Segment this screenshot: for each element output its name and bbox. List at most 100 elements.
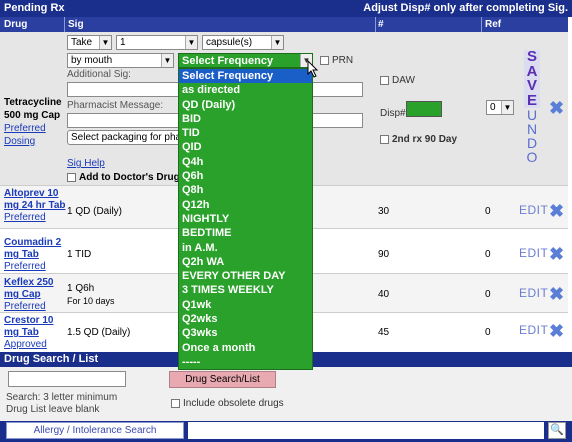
frequency-option[interactable]: in A.M. — [179, 241, 312, 255]
route-select[interactable]: by mouth ▼ — [67, 53, 174, 68]
packaging-placeholder: Select packaging for pha — [71, 132, 182, 143]
allergy-search-field[interactable] — [188, 422, 544, 439]
rx-drug-name[interactable]: Coumadin 2 mg Tab — [4, 237, 66, 261]
allergy-tab[interactable]: Allergy / Intolerance Search — [6, 422, 184, 439]
rx-sig-main: 1 Q6h — [67, 283, 95, 294]
rx-disp: 90 — [378, 249, 390, 260]
undo-letter: U — [526, 107, 538, 123]
header-dividers — [64, 17, 65, 32]
second-rx-box[interactable] — [380, 134, 389, 144]
frequency-option[interactable]: Q4h — [179, 155, 312, 169]
frequency-option[interactable]: QID — [179, 140, 312, 154]
undo-button[interactable]: U N D O — [524, 108, 540, 164]
edit-button[interactable]: EDIT — [519, 323, 548, 337]
editor-drug-status[interactable]: Preferred — [4, 122, 64, 135]
daw-box[interactable] — [380, 75, 389, 85]
editor-drug-name: Tetracycline 500 mg Cap — [4, 97, 62, 121]
frequency-option[interactable]: 3 TIMES WEEKLY — [179, 283, 312, 297]
prn-box[interactable] — [320, 55, 329, 65]
obsolete-box[interactable] — [171, 398, 180, 408]
drug-search-input[interactable] — [8, 371, 126, 387]
unit-value: capsule(s) — [206, 37, 253, 48]
frequency-option[interactable]: QD (Daily) — [179, 98, 312, 112]
daw-checkbox[interactable]: DAW — [380, 75, 415, 86]
rx-ref: 0 — [485, 249, 491, 260]
rx-sig: 1.5 QD (Daily) — [67, 327, 131, 338]
col-drug: Drug — [4, 19, 28, 30]
frequency-option[interactable]: Q2h WA — [179, 255, 312, 269]
drug-search-title: Drug Search / List — [4, 353, 99, 365]
rx-drug-status[interactable]: Preferred — [4, 261, 66, 273]
pending-rx-title: Pending Rx — [4, 2, 65, 14]
edit-button[interactable]: EDIT — [519, 203, 548, 217]
unit-select[interactable]: capsule(s) ▼ — [202, 35, 284, 50]
undo-letter: O — [526, 149, 538, 165]
delete-icon[interactable]: ✖ — [549, 99, 564, 117]
quantity-value: 1 — [120, 37, 126, 48]
rx-sig-extra: For 10 days — [67, 296, 115, 306]
col-ref: Ref — [485, 19, 502, 30]
cursor-icon — [307, 60, 319, 78]
frequency-option[interactable]: BEDTIME — [179, 226, 312, 240]
add-to-list-box[interactable] — [67, 172, 76, 182]
frequency-option[interactable]: Q6h — [179, 169, 312, 183]
rx-drug-cell: Keflex 250 mg Cap Preferred — [4, 277, 66, 313]
disp-input[interactable] — [406, 101, 442, 117]
delete-icon[interactable]: ✖ — [549, 285, 564, 303]
packaging-select[interactable]: Select packaging for pha — [67, 130, 182, 145]
frequency-option[interactable]: NIGHTLY — [179, 212, 312, 226]
frequency-option-selected[interactable]: Select Frequency — [179, 69, 312, 84]
chevron-down-icon: ▼ — [99, 36, 111, 49]
frequency-option[interactable]: Q2wks — [179, 312, 312, 326]
rx-drug-status[interactable]: Preferred — [4, 212, 66, 224]
prn-checkbox[interactable]: PRN — [320, 55, 353, 66]
pending-rx-header: Pending Rx Adjust Disp# only after compl… — [0, 0, 572, 17]
prn-label: PRN — [332, 55, 354, 66]
column-header-row: Drug Sig # Ref — [0, 17, 568, 32]
rx-ref: 0 — [485, 289, 491, 300]
frequency-option[interactable]: Q1wk — [179, 298, 312, 312]
second-rx-label: 2nd rx 90 Day — [392, 134, 458, 145]
col-sig: Sig — [68, 19, 84, 30]
delete-icon[interactable]: ✖ — [549, 322, 564, 340]
rx-drug-name[interactable]: Crestor 10 mg Tab — [4, 315, 66, 339]
route-value: by mouth — [71, 55, 113, 66]
pharmacist-message-label: Pharmacist Message: — [67, 100, 164, 111]
rx-sig: 1 TID — [67, 249, 92, 260]
delete-icon[interactable]: ✖ — [549, 245, 564, 263]
add-to-list-checkbox[interactable]: Add to Doctor's Drug — [67, 172, 180, 183]
frequency-select[interactable]: Select Frequency ▼ — [178, 53, 313, 68]
rx-drug-status[interactable]: Approved — [4, 339, 66, 351]
sig-help-link[interactable]: Sig Help — [67, 158, 105, 169]
second-rx-checkbox[interactable]: 2nd rx 90 Day — [380, 134, 457, 145]
header-divider-ref — [481, 17, 482, 32]
rx-disp: 30 — [378, 206, 390, 217]
frequency-option[interactable]: Q8h — [179, 183, 312, 197]
rx-drug-name[interactable]: Keflex 250 mg Cap — [4, 277, 66, 301]
frequency-option[interactable]: Q3wks — [179, 326, 312, 340]
search-hint-1: Search: 3 letter minimum — [6, 392, 118, 403]
frequency-option[interactable]: as directed — [179, 83, 312, 97]
frequency-option[interactable]: ----- — [179, 355, 312, 369]
refill-value: 0 — [490, 102, 496, 113]
edit-button[interactable]: EDIT — [519, 246, 548, 260]
frequency-option[interactable]: Once a month — [179, 341, 312, 355]
action-select[interactable]: Take ▼ — [67, 35, 112, 50]
refill-select[interactable]: 0 ▼ — [486, 100, 514, 115]
rx-drug-name[interactable]: Altoprev 10 mg 24 hr Tab — [4, 188, 66, 212]
drug-search-button[interactable]: Drug Search/List — [169, 371, 276, 388]
frequency-option[interactable]: TID — [179, 126, 312, 140]
frequency-option[interactable]: EVERY OTHER DAY — [179, 269, 312, 283]
frequency-option[interactable]: Q12h — [179, 198, 312, 212]
delete-icon[interactable]: ✖ — [549, 202, 564, 220]
rx-disp: 45 — [378, 327, 390, 338]
obsolete-checkbox[interactable]: Include obsolete drugs — [171, 398, 284, 409]
frequency-dropdown: Select Frequency as directed QD (Daily) BID… — [178, 68, 313, 371]
dosing-link[interactable]: Dosing — [4, 135, 64, 148]
frequency-option[interactable]: BID — [179, 112, 312, 126]
save-button[interactable]: S A V E — [524, 49, 540, 108]
magnifier-icon[interactable]: 🔍 — [548, 422, 566, 439]
edit-button[interactable]: EDIT — [519, 286, 548, 300]
disp-label: Disp# — [380, 108, 406, 119]
quantity-select[interactable]: 1 ▼ — [116, 35, 198, 50]
